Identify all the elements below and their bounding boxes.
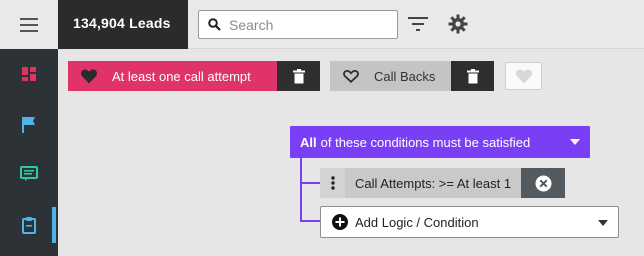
search-box[interactable]	[198, 10, 398, 39]
app: 134,904 Leads Search At least one call a…	[0, 0, 644, 256]
top-bar	[188, 0, 644, 49]
sidebar-item-messages[interactable]	[0, 156, 58, 192]
add-logic-label: Add Logic / Condition	[355, 214, 479, 230]
sidebar	[0, 0, 58, 256]
filter-chip-call-backs[interactable]: Call Backs	[330, 61, 494, 91]
chip-body[interactable]: At least one call attempt	[68, 61, 277, 91]
tree-connector	[300, 158, 302, 222]
clipboard-icon	[22, 217, 36, 234]
filter-lines-icon	[408, 17, 428, 31]
tree-connector	[300, 182, 320, 184]
trash-icon	[292, 68, 305, 83]
plus-circle-icon	[332, 214, 348, 230]
delete-button[interactable]	[451, 61, 494, 91]
trash-icon	[466, 68, 479, 83]
group-operator: All	[300, 134, 317, 150]
close-circle-icon	[535, 175, 552, 191]
chip-label: At least one call attempt	[112, 68, 251, 84]
sidebar-item-tasks[interactable]	[0, 207, 58, 243]
filter-button[interactable]	[406, 12, 430, 36]
more-vertical-icon	[330, 176, 335, 190]
heart-outline-icon	[343, 70, 359, 84]
drag-handle[interactable]	[320, 168, 345, 198]
gear-icon	[448, 14, 468, 34]
sidebar-item-dashboard[interactable]	[0, 56, 58, 92]
tree-connector	[300, 220, 320, 222]
heart-icon	[515, 69, 532, 84]
chip-label: Call Backs	[374, 68, 436, 84]
condition-row: Call Attempts: >= At least 1	[320, 168, 566, 198]
heart-filled-icon	[81, 69, 97, 84]
remove-condition-button[interactable]	[521, 168, 566, 198]
delete-button[interactable]	[277, 61, 320, 91]
hamburger-menu-icon	[20, 17, 38, 32]
caret-down-icon	[570, 139, 580, 145]
condition-label[interactable]: Call Attempts: >= At least 1	[345, 168, 522, 198]
leads-count: 134,904 Leads	[58, 0, 188, 49]
filter-chip-call-attempt[interactable]: At least one call attempt	[68, 61, 320, 91]
search-icon	[208, 18, 221, 31]
add-logic-dropdown[interactable]: Add Logic / Condition	[320, 206, 619, 238]
menu-button[interactable]	[0, 0, 58, 49]
message-icon	[20, 166, 38, 181]
flag-icon	[22, 117, 35, 133]
dashboard-icon	[22, 67, 36, 81]
caret-down-icon	[598, 220, 608, 226]
active-indicator	[52, 207, 56, 243]
chip-body[interactable]: Call Backs	[330, 61, 451, 91]
settings-button[interactable]	[446, 12, 470, 36]
group-description: of these conditions must be satisfied	[320, 134, 531, 150]
logic-group-selector[interactable]: All of these conditions must be satisfie…	[290, 126, 590, 158]
search-input[interactable]	[229, 16, 389, 33]
favorite-button[interactable]	[505, 62, 542, 90]
sidebar-item-campaigns[interactable]	[0, 107, 58, 143]
